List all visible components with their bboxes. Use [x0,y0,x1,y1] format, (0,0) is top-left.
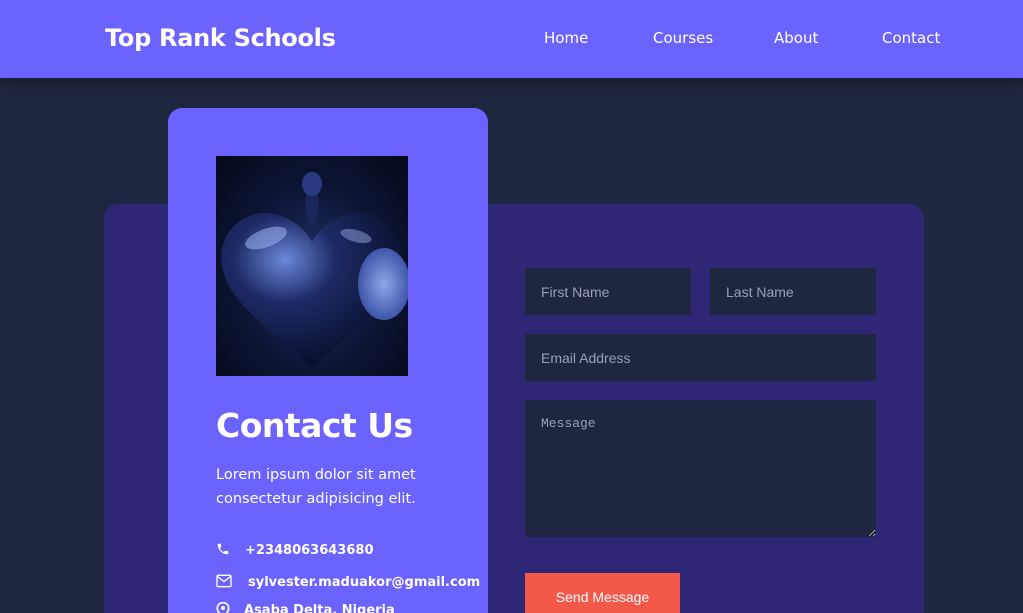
last-name-input[interactable] [710,268,876,315]
first-name-input[interactable] [525,268,691,315]
email-input[interactable] [525,334,876,381]
phone-row[interactable]: +2348063643680 [216,542,373,558]
contact-description: Lorem ipsum dolor sit amet consectetur a… [216,467,416,507]
location-text: Asaba Delta, Nigeria [244,602,395,613]
top-navbar: Top Rank Schools Home Courses About Cont… [0,0,1023,78]
email-row[interactable]: sylvester.maduakor@gmail.com [216,574,480,590]
email-address: sylvester.maduakor@gmail.com [248,574,481,590]
nav-link-about[interactable]: About [774,29,818,47]
brand-logo[interactable]: Top Rank Schools [105,24,336,52]
nav-link-home[interactable]: Home [544,29,588,47]
phone-number: +2348063643680 [245,542,374,558]
nav-link-courses[interactable]: Courses [653,29,713,47]
contact-info-card: Contact Us Lorem ipsum dolor sit amet co… [168,108,488,613]
nav-link-contact[interactable]: Contact [882,29,940,47]
envelope-icon [216,574,232,590]
location-row[interactable]: Asaba Delta, Nigeria [216,601,395,613]
contact-title: Contact Us [216,406,413,445]
map-pin-icon [216,601,232,613]
phone-icon [216,542,232,558]
message-textarea[interactable] [525,400,876,537]
contact-image [216,156,408,376]
send-message-button[interactable]: Send Message [525,573,680,613]
